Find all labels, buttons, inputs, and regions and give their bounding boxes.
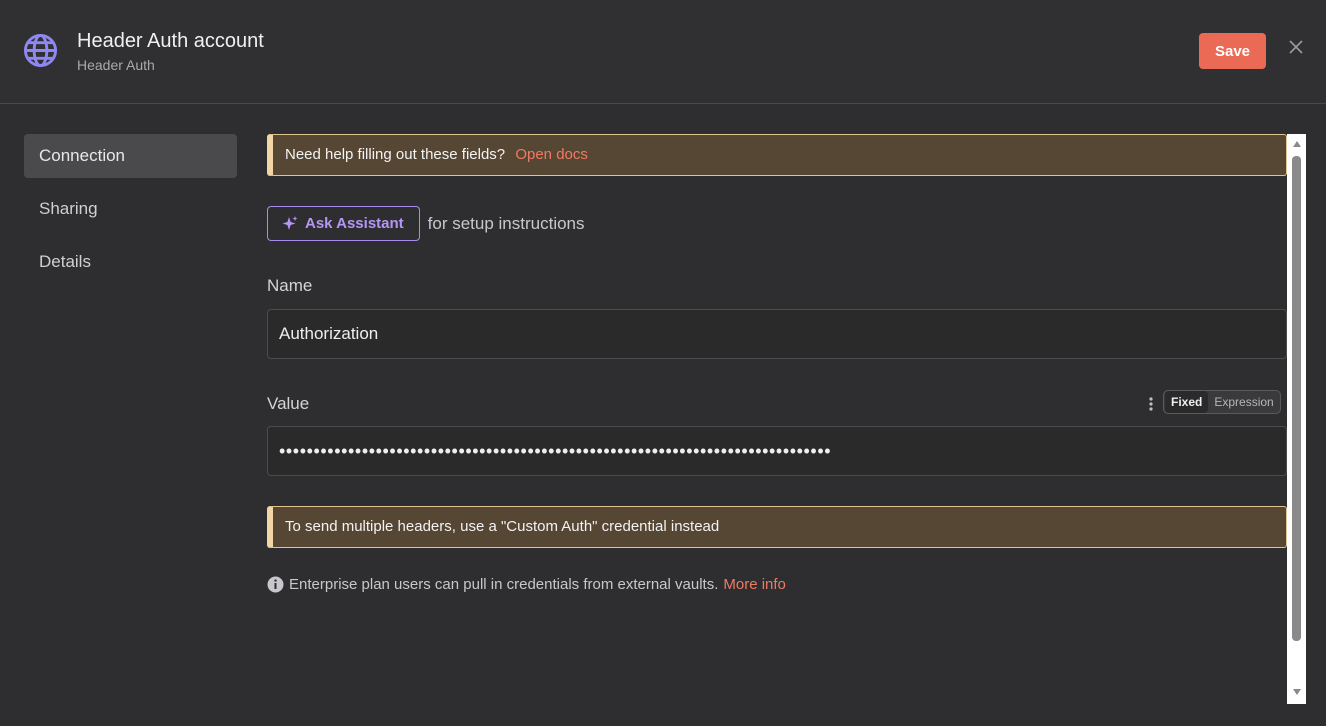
- name-label: Name: [267, 276, 313, 295]
- save-button[interactable]: Save: [1199, 33, 1266, 69]
- vault-info-text: Enterprise plan users can pull in creden…: [289, 576, 719, 593]
- value-password-input[interactable]: ••••••••••••••••••••••••••••••••••••••••…: [267, 426, 1287, 476]
- sidebar-item-connection[interactable]: Connection: [24, 134, 237, 178]
- ask-assistant-label: Ask Assistant: [305, 215, 404, 232]
- more-info-link[interactable]: More info: [723, 576, 786, 593]
- options-menu-icon[interactable]: [1148, 396, 1154, 412]
- scroll-down-arrow-icon[interactable]: [1292, 688, 1302, 696]
- name-input[interactable]: Authorization: [267, 309, 1287, 359]
- info-icon: [267, 576, 284, 593]
- scrollbar[interactable]: [1287, 134, 1306, 704]
- ask-assistant-button[interactable]: Ask Assistant: [267, 206, 420, 241]
- credential-title[interactable]: Header Auth account: [77, 30, 264, 53]
- sparkle-icon: [282, 215, 298, 230]
- settings-sidebar: Connection Sharing Details: [24, 134, 237, 293]
- connection-panel: Need help filling out these fields? Open…: [267, 134, 1287, 704]
- headers-notice: To send multiple headers, use a "Custom …: [267, 506, 1287, 548]
- close-icon[interactable]: [1286, 37, 1306, 57]
- sidebar-item-sharing[interactable]: Sharing: [24, 187, 237, 231]
- open-docs-link[interactable]: Open docs: [515, 146, 588, 163]
- modal-header: Header Auth account Header Auth Save: [0, 0, 1326, 104]
- help-notice-text: Need help filling out these fields?: [285, 146, 506, 163]
- vault-info: Enterprise plan users can pull in creden…: [267, 576, 786, 593]
- headers-notice-text: To send multiple headers, use a "Custom …: [285, 518, 720, 535]
- sidebar-item-details[interactable]: Details: [24, 240, 237, 284]
- globe-icon: [23, 33, 58, 68]
- assistant-suffix: for setup instructions: [427, 213, 585, 233]
- assistant-row: Ask Assistant for setup instructions: [267, 206, 585, 241]
- scroll-up-arrow-icon[interactable]: [1292, 140, 1302, 148]
- help-notice: Need help filling out these fields? Open…: [267, 134, 1287, 176]
- value-label: Value: [267, 394, 310, 413]
- scroll-thumb[interactable]: [1292, 156, 1301, 641]
- credential-type: Header Auth: [77, 57, 155, 73]
- mode-expression[interactable]: Expression: [1208, 391, 1279, 413]
- mode-fixed[interactable]: Fixed: [1165, 391, 1209, 413]
- fixed-expression-toggle: Fixed Expression: [1163, 390, 1281, 414]
